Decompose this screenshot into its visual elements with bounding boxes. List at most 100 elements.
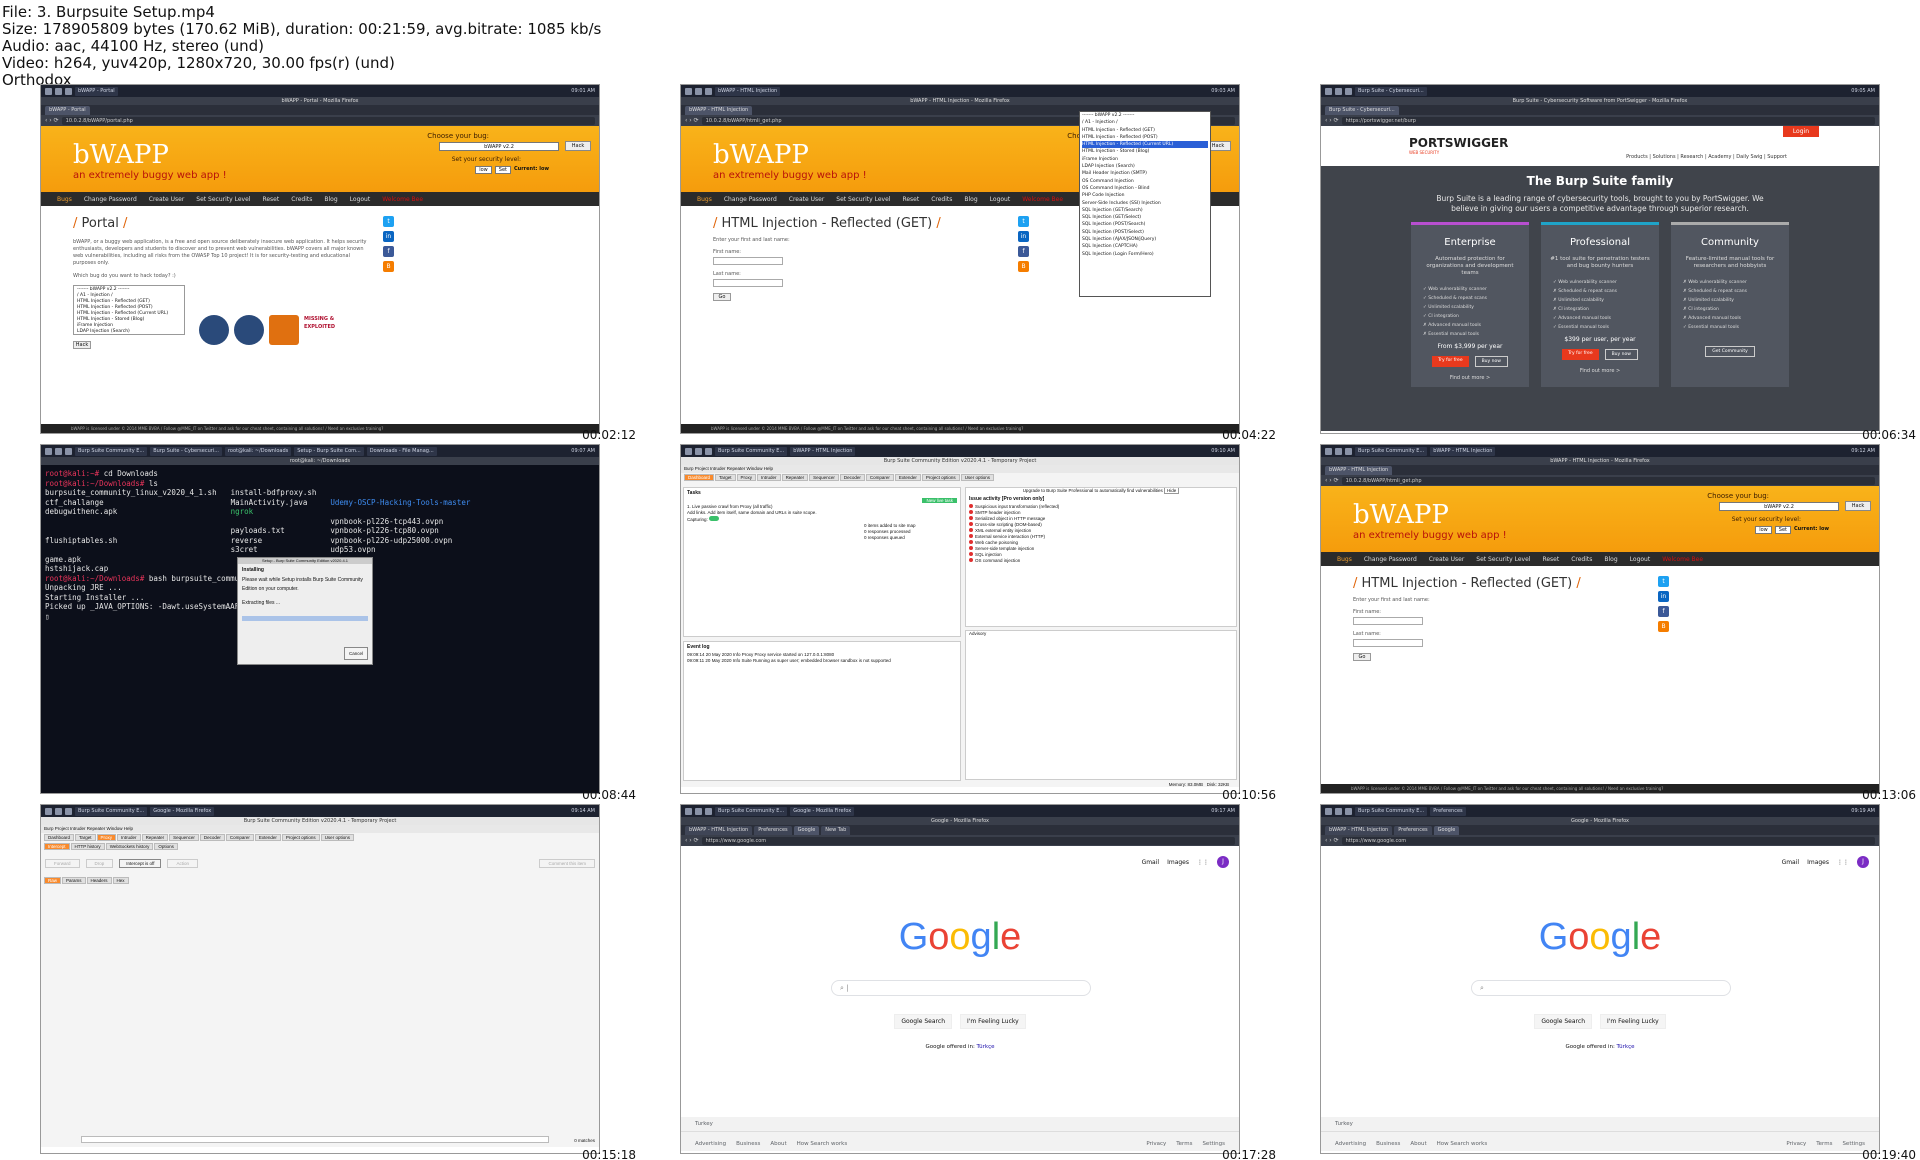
tab-websockets[interactable]: WebSockets history: [105, 843, 154, 850]
thumbnail-burp-dashboard[interactable]: Burp Suite Community E... bWAPP - HTML In…: [680, 444, 1240, 794]
new-live-task-button[interactable]: New live task: [922, 498, 957, 503]
browser-tab[interactable]: bWAPP - HTML Injection: [1325, 826, 1393, 835]
apps-icon[interactable]: ⋮⋮: [1197, 859, 1209, 866]
thumbnail-bwapp-portal[interactable]: bWAPP - Portal 09:01 AM bWAPP - Portal - …: [40, 84, 600, 434]
tab-decoder[interactable]: Decoder: [839, 474, 865, 481]
action-button[interactable]: Action: [167, 859, 198, 868]
taskbar-item[interactable]: root@kali: ~/Downloads: [224, 446, 292, 456]
tab-proxy[interactable]: Proxy: [736, 474, 757, 481]
tab-proxy[interactable]: Proxy: [96, 834, 117, 841]
nav-logout[interactable]: Logout: [1630, 556, 1651, 563]
nav-security[interactable]: Set Security Level: [1476, 556, 1530, 563]
tab-dashboard[interactable]: Dashboard: [44, 834, 75, 841]
url-bar[interactable]: 10.0.2.8/bWAPP/htmli_get.php: [1341, 476, 1875, 485]
bug-select[interactable]: bWAPP v2.2: [1719, 502, 1839, 511]
browser-tab[interactable]: New Tab: [821, 826, 851, 835]
browser-tab[interactable]: bWAPP - Portal: [45, 106, 90, 115]
facebook-icon[interactable]: f: [383, 246, 394, 257]
taskbar-item[interactable]: Burp Suite Community E...: [1355, 806, 1428, 816]
search-input[interactable]: [81, 1136, 549, 1143]
ps-nav[interactable]: Products | Solutions | Research | Academ…: [1626, 154, 1787, 160]
login-button[interactable]: Login: [1782, 126, 1819, 137]
feeling-lucky-button[interactable]: I'm Feeling Lucky: [1600, 1014, 1666, 1029]
taskbar-item[interactable]: Google - Mozilla Firefox: [150, 806, 215, 816]
nav-blog[interactable]: Blog: [1604, 556, 1617, 563]
nav-blog[interactable]: Blog: [964, 196, 977, 203]
back-icon[interactable]: ‹ › ⟳: [1325, 837, 1339, 844]
bug-dropdown-open[interactable]: ------- bWAPP v2.2 ------- / A1 - Injecti…: [1079, 111, 1211, 297]
last-name-input[interactable]: [713, 279, 783, 287]
tab-project-options[interactable]: Project options: [281, 834, 320, 841]
capturing-toggle[interactable]: [709, 516, 720, 521]
taskbar-item[interactable]: Preferences: [1430, 806, 1466, 816]
tab-intruder[interactable]: Intruder: [757, 474, 781, 481]
tab-project-options[interactable]: Project options: [921, 474, 960, 481]
find-out-more-link[interactable]: Find out more >: [1411, 375, 1529, 381]
browser-tab[interactable]: bWAPP - HTML Injection: [685, 826, 753, 835]
terminal[interactable]: root@kali:~# cd Downloads root@kali:~/Do…: [41, 465, 599, 793]
taskbar-item[interactable]: Burp Suite Community E...: [75, 446, 148, 456]
browser-tab[interactable]: Google: [1433, 826, 1460, 835]
nav-change-password[interactable]: Change Password: [724, 196, 777, 203]
tab-user-options[interactable]: User options: [320, 834, 354, 841]
taskbar-item[interactable]: Google - Mozilla Firefox: [790, 806, 855, 816]
tab-target[interactable]: Target: [715, 474, 736, 481]
nav-reset[interactable]: Reset: [262, 196, 279, 203]
thumbnail-burp-proxy[interactable]: Burp Suite Community E... Google - Mozill…: [40, 804, 600, 1154]
burp-menu[interactable]: Burp Project Intruder Repeater Window He…: [681, 465, 1239, 473]
first-name-input[interactable]: [1353, 617, 1423, 625]
search-input[interactable]: ⌕: [1471, 980, 1731, 996]
taskbar-item[interactable]: Burp Suite Community E...: [75, 806, 148, 816]
taskbar-item[interactable]: bWAPP - HTML Injection: [1430, 446, 1496, 456]
gmail-link[interactable]: Gmail: [1142, 859, 1160, 866]
back-icon[interactable]: ‹ › ⟳: [1325, 117, 1339, 124]
blogger-icon[interactable]: B: [383, 261, 394, 272]
forward-button[interactable]: Forward: [45, 859, 80, 868]
find-out-more-link[interactable]: Find out more >: [1541, 368, 1659, 374]
tab-headers[interactable]: Headers: [86, 877, 112, 884]
tab-extender[interactable]: Extender: [254, 834, 281, 841]
avatar[interactable]: J: [1857, 856, 1869, 868]
try-free-button[interactable]: Try for free: [1562, 349, 1599, 360]
nav-credits[interactable]: Credits: [931, 196, 952, 203]
back-icon[interactable]: ‹ › ⟳: [685, 837, 699, 844]
facebook-icon[interactable]: f: [1018, 246, 1029, 257]
taskbar-item[interactable]: Setup - Burp Suite Com...: [294, 446, 364, 456]
taskbar-item[interactable]: Burp Suite Community E...: [715, 446, 788, 456]
nav-credits[interactable]: Credits: [291, 196, 312, 203]
nav-bugs[interactable]: Bugs: [57, 196, 72, 203]
browser-tab[interactable]: Preferences: [754, 826, 792, 835]
thumbnail-terminal-install[interactable]: Burp Suite Community E... Burp Suite - C…: [40, 444, 600, 794]
tab-raw[interactable]: Raw: [44, 877, 62, 884]
set-button[interactable]: Set: [494, 166, 511, 174]
tab-sequencer[interactable]: Sequencer: [809, 474, 839, 481]
security-select[interactable]: low: [1755, 526, 1772, 534]
tab-comparer[interactable]: Comparer: [865, 474, 894, 481]
tab-intruder[interactable]: Intruder: [117, 834, 141, 841]
nav-security[interactable]: Set Security Level: [196, 196, 250, 203]
twitter-icon[interactable]: t: [383, 216, 394, 227]
nav-credits[interactable]: Credits: [1571, 556, 1592, 563]
feeling-lucky-button[interactable]: I'm Feeling Lucky: [960, 1014, 1026, 1029]
taskbar-item[interactable]: bWAPP - Portal: [75, 86, 118, 96]
tab-dashboard[interactable]: Dashboard: [684, 474, 715, 481]
taskbar-item[interactable]: Downloads - File Manag...: [366, 446, 437, 456]
browser-tab[interactable]: Burp Suite - Cybersecuri...: [1325, 106, 1399, 115]
tab-http-history[interactable]: HTTP history: [70, 843, 105, 850]
set-button[interactable]: Set: [1774, 526, 1791, 534]
comment-field[interactable]: Comment this item: [539, 859, 595, 868]
language-link[interactable]: Türkçe: [977, 1044, 995, 1050]
buy-now-button[interactable]: Buy now: [1604, 349, 1638, 360]
linkedin-icon[interactable]: in: [383, 231, 394, 242]
tab-decoder[interactable]: Decoder: [199, 834, 225, 841]
thumbnail-google-2[interactable]: Burp Suite Community E... Preferences 09:1…: [1320, 804, 1880, 1154]
cancel-button[interactable]: Cancel: [343, 646, 368, 660]
hack-button-lower[interactable]: Hack: [73, 341, 91, 349]
tab-repeater[interactable]: Repeater: [141, 834, 169, 841]
url-bar[interactable]: 10.0.2.8/bWAPP/portal.php: [61, 116, 595, 125]
thumbnail-html-injection[interactable]: Burp Suite Community E... bWAPP - HTML In…: [1320, 444, 1880, 794]
tab-extender[interactable]: Extender: [894, 474, 921, 481]
google-search-button[interactable]: Google Search: [894, 1014, 952, 1029]
nav-security[interactable]: Set Security Level: [836, 196, 890, 203]
taskbar-item[interactable]: Burp Suite Community E...: [715, 806, 788, 816]
